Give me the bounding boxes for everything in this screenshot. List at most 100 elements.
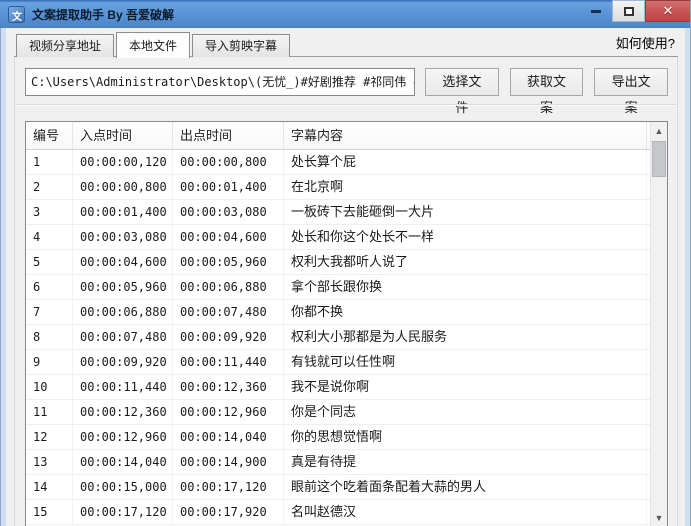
table-row[interactable]: 15 00:00:17,120 00:00:17,920 名叫赵德汉 [26,500,650,525]
table-row[interactable]: 13 00:00:14,040 00:00:14,900 真是有待提 [26,450,650,475]
table-body: 1 00:00:00,120 00:00:00,800 处长算个屁 2 00:00:00,… [26,150,650,526]
select-file-button[interactable]: 选择文件 [425,68,499,115]
close-button[interactable]: ✕ [645,0,691,22]
in-time-cell: 00:00:17,120 [73,500,173,524]
in-time-cell: 00:00:01,400 [73,200,173,224]
tab-local-file[interactable]: 本地文件 [116,32,191,58]
table-row[interactable]: 4 00:00:03,080 00:00:04,600 处长和你这个处长不一样 [26,225,650,250]
subtitle-table: 编号 入点时间 出点时间 字幕内容 1 00:00:00,120 00:00:00,… [25,121,668,526]
out-time-cell: 00:00:09,920 [173,325,284,349]
get-text-button[interactable]: 获取文案 [509,68,584,115]
out-time-cell: 00:00:11,440 [173,350,284,374]
close-icon: ✕ [662,3,674,18]
out-time-cell: 00:00:04,600 [173,225,284,249]
app-window: 文 文案提取助手 By 吾爱破解 ✕ 视频分享地址 本地文件 导入剪映字幕 如何… [0,0,691,526]
out-time-cell: 00:00:00,800 [173,150,284,174]
out-time-cell: 00:00:12,360 [173,375,284,399]
table-row[interactable]: 12 00:00:12,960 00:00:14,040 你的思想觉悟啊 [26,425,650,450]
row-index-cell: 10 [26,375,73,399]
tab-strip: 视频分享地址 本地文件 导入剪映字幕 如何使用? [6,28,685,58]
window-title: 文案提取助手 By 吾爱破解 [32,7,175,22]
in-time-cell: 00:00:00,120 [73,150,173,174]
tab-import-jianying-subtitle[interactable]: 导入剪映字幕 [192,34,291,57]
how-to-use-link[interactable]: 如何使用? [616,33,675,52]
row-index-cell: 5 [26,250,73,274]
subtitle-text-cell: 名叫赵德汉 [284,500,647,524]
table-row[interactable]: 9 00:00:09,920 00:00:11,440 有钱就可以任性啊 [26,350,650,375]
in-time-cell: 00:00:09,920 [73,350,173,374]
in-time-cell: 00:00:11,440 [73,375,173,399]
out-time-cell: 00:00:17,120 [173,475,284,499]
row-index-cell: 4 [26,225,73,249]
in-time-cell: 00:00:03,080 [73,225,173,249]
column-header-out-time[interactable]: 出点时间 [173,122,284,149]
table-row[interactable]: 6 00:00:05,960 00:00:06,880 拿个部长跟你换 [26,275,650,300]
scroll-up-icon[interactable]: ▲ [651,122,667,139]
toolbar: C:\Users\Administrator\Desktop\(无忧_)#好剧推… [25,68,669,115]
table-row[interactable]: 11 00:00:12,360 00:00:12,960 你是个同志 [26,400,650,425]
column-header-in-time[interactable]: 入点时间 [73,122,173,149]
column-header-index[interactable]: 编号 [26,122,73,149]
row-index-cell: 3 [26,200,73,224]
out-time-cell: 00:00:01,400 [173,175,284,199]
row-index-cell: 11 [26,400,73,424]
maximize-icon [623,6,634,16]
in-time-cell: 00:00:05,960 [73,275,173,299]
tab-video-share-url[interactable]: 视频分享地址 [16,34,115,57]
table-row[interactable]: 2 00:00:00,800 00:00:01,400 在北京啊 [26,175,650,200]
export-text-button[interactable]: 导出文案 [594,68,669,115]
subtitle-text-cell: 处长和你这个处长不一样 [284,225,647,249]
in-time-cell: 00:00:14,040 [73,450,173,474]
app-icon: 文 [8,5,25,23]
row-index-cell: 7 [26,300,73,324]
table-row[interactable]: 8 00:00:07,480 00:00:09,920 权利大小那都是为人民服务 [26,325,650,350]
table-row[interactable]: 7 00:00:06,880 00:00:07,480 你都不换 [26,300,650,325]
scrollbar-thumb[interactable] [652,141,666,177]
out-time-cell: 00:00:05,960 [173,250,284,274]
minimize-button[interactable] [580,0,612,22]
subtitle-text-cell: 权利大小那都是为人民服务 [284,325,647,349]
table-row[interactable]: 1 00:00:00,120 00:00:00,800 处长算个屁 [26,150,650,175]
subtitle-text-cell: 一板砖下去能砸倒一大片 [284,200,647,224]
subtitle-text-cell: 在北京啊 [284,175,647,199]
out-time-cell: 00:00:12,960 [173,400,284,424]
table-row[interactable]: 5 00:00:04,600 00:00:05,960 权利大我都听人说了 [26,250,650,275]
scroll-down-icon[interactable]: ▼ [651,509,667,526]
file-path-input[interactable]: C:\Users\Administrator\Desktop\(无忧_)#好剧推… [25,68,415,96]
row-index-cell: 12 [26,425,73,449]
out-time-cell: 00:00:06,880 [173,275,284,299]
subtitle-text-cell: 你都不换 [284,300,647,324]
row-index-cell: 8 [26,325,73,349]
maximize-button[interactable] [612,0,645,22]
subtitle-text-cell: 权利大我都听人说了 [284,250,647,274]
row-index-cell: 1 [26,150,73,174]
in-time-cell: 00:00:15,000 [73,475,173,499]
subtitle-text-cell: 眼前这个吃着面条配着大蒜的男人 [284,475,647,499]
subtitle-text-cell: 你是个同志 [284,400,647,424]
in-time-cell: 00:00:07,480 [73,325,173,349]
in-time-cell: 00:00:12,960 [73,425,173,449]
title-bar[interactable]: 文 文案提取助手 By 吾爱破解 ✕ [0,0,691,28]
subtitle-text-cell: 我不是说你啊 [284,375,647,399]
in-time-cell: 00:00:04,600 [73,250,173,274]
column-header-subtitle[interactable]: 字幕内容 [284,122,647,149]
subtitle-text-cell: 有钱就可以任性啊 [284,350,647,374]
table-row[interactable]: 3 00:00:01,400 00:00:03,080 一板砖下去能砸倒一大片 [26,200,650,225]
in-time-cell: 00:00:00,800 [73,175,173,199]
out-time-cell: 00:00:14,040 [173,425,284,449]
scrollbar-track[interactable] [651,139,667,509]
subtitle-text-cell: 真是有待提 [284,450,647,474]
row-index-cell: 14 [26,475,73,499]
out-time-cell: 00:00:03,080 [173,200,284,224]
table-row[interactable]: 10 00:00:11,440 00:00:12,360 我不是说你啊 [26,375,650,400]
subtitle-text-cell: 处长算个屁 [284,150,647,174]
row-index-cell: 6 [26,275,73,299]
local-file-page: C:\Users\Administrator\Desktop\(无忧_)#好剧推… [14,57,678,526]
table-header: 编号 入点时间 出点时间 字幕内容 [26,122,650,150]
toolbar-separator [16,104,676,106]
table-row[interactable]: 14 00:00:15,000 00:00:17,120 眼前这个吃着面条配着大蒜的男… [26,475,650,500]
out-time-cell: 00:00:17,920 [173,500,284,524]
row-index-cell: 9 [26,350,73,374]
vertical-scrollbar[interactable]: ▲ ▼ [650,122,667,526]
out-time-cell: 00:00:14,900 [173,450,284,474]
